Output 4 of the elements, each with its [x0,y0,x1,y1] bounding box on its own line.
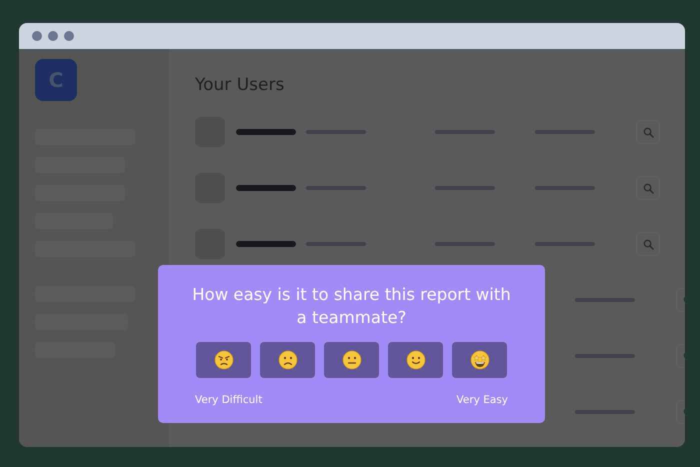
scale-low-label: Very Difficult [195,394,262,406]
survey-question: How easy is it to share this report with a teammate? [191,284,512,329]
scale-high-label: Very Easy [456,394,508,406]
page-heading: Your Users [195,75,286,97]
